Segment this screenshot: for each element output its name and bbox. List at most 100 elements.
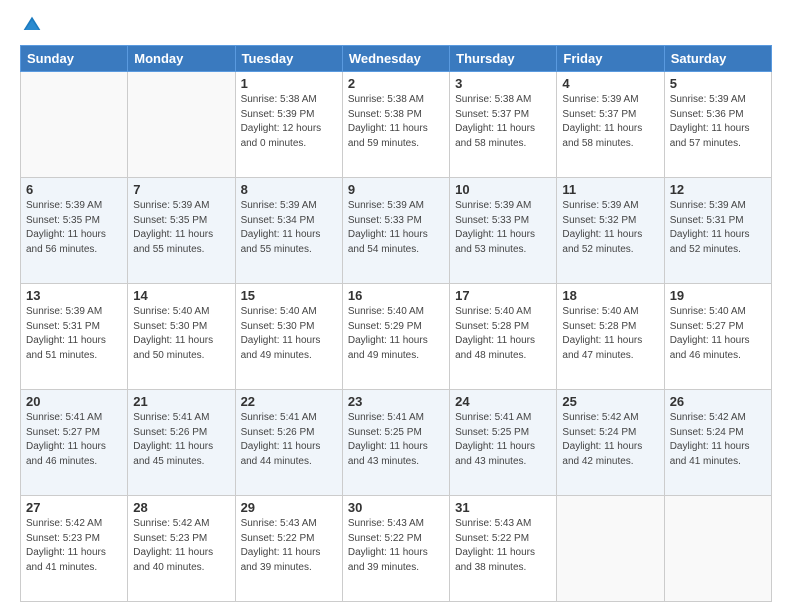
- day-number: 31: [455, 500, 551, 515]
- calendar-cell: 29 Sunrise: 5:43 AM Sunset: 5:22 PM Dayli…: [235, 496, 342, 602]
- calendar-cell: 1 Sunrise: 5:38 AM Sunset: 5:39 PM Daylig…: [235, 72, 342, 178]
- calendar-cell: 19 Sunrise: 5:40 AM Sunset: 5:27 PM Dayli…: [664, 284, 771, 390]
- day-info: Sunrise: 5:40 AM Sunset: 5:30 PM Dayligh…: [241, 305, 337, 363]
- calendar-cell: 21 Sunrise: 5:41 AM Sunset: 5:26 PM Dayli…: [128, 390, 235, 496]
- week-row-5: 27Sunrise: 5:42 AM Sunset: 5:23 PM Dayli…: [21, 496, 772, 602]
- calendar-cell: 17Sunrise: 5:40 AM Sunset: 5:28 PM Dayli…: [450, 284, 557, 390]
- day-number: 30: [348, 500, 444, 515]
- header-cell-tuesday: Tuesday: [235, 46, 342, 72]
- day-info: Sunrise: 5:40 AM Sunset: 5:30 PM Dayligh…: [133, 305, 229, 363]
- day-info: Sunrise: 5:38 AM Sunset: 5:38 PM Dayligh…: [348, 93, 444, 151]
- calendar-cell: 6 Sunrise: 5:39 AM Sunset: 5:35 PM Daylig…: [21, 178, 128, 284]
- calendar-cell: 22 Sunrise: 5:41 AM Sunset: 5:26 PM Dayli…: [235, 390, 342, 496]
- day-number: 19: [670, 288, 766, 303]
- calendar-cell: 20Sunrise: 5:41 AM Sunset: 5:27 PM Dayli…: [21, 390, 128, 496]
- day-number: 24: [455, 394, 551, 409]
- calendar-cell: [21, 72, 128, 178]
- calendar-cell: 10 Sunrise: 5:39 AM Sunset: 5:33 PM Dayli…: [450, 178, 557, 284]
- day-number: 12: [670, 182, 766, 197]
- calendar-cell: 14Sunrise: 5:40 AM Sunset: 5:30 PM Dayli…: [128, 284, 235, 390]
- day-info: Sunrise: 5:39 AM Sunset: 5:35 PM Dayligh…: [133, 199, 229, 257]
- day-info: Sunrise: 5:40 AM Sunset: 5:28 PM Dayligh…: [562, 305, 658, 363]
- day-info: Sunrise: 5:42 AM Sunset: 5:24 PM Dayligh…: [670, 411, 766, 469]
- day-number: 29: [241, 500, 337, 515]
- day-number: 28: [133, 500, 229, 515]
- day-info: Sunrise: 5:40 AM Sunset: 5:29 PM Dayligh…: [348, 305, 444, 363]
- calendar-cell: 28Sunrise: 5:42 AM Sunset: 5:23 PM Dayli…: [128, 496, 235, 602]
- calendar-cell: 8 Sunrise: 5:39 AM Sunset: 5:34 PM Daylig…: [235, 178, 342, 284]
- day-number: 22: [241, 394, 337, 409]
- calendar-cell: 15 Sunrise: 5:40 AM Sunset: 5:30 PM Dayli…: [235, 284, 342, 390]
- day-info: Sunrise: 5:38 AM Sunset: 5:37 PM Dayligh…: [455, 93, 551, 151]
- day-info: Sunrise: 5:41 AM Sunset: 5:26 PM Dayligh…: [241, 411, 337, 469]
- day-info: Sunrise: 5:41 AM Sunset: 5:25 PM Dayligh…: [348, 411, 444, 469]
- calendar-cell: [128, 72, 235, 178]
- day-number: 4: [562, 76, 658, 91]
- day-info: Sunrise: 5:39 AM Sunset: 5:33 PM Dayligh…: [348, 199, 444, 257]
- day-number: 23: [348, 394, 444, 409]
- day-number: 3: [455, 76, 551, 91]
- calendar-cell: 23 Sunrise: 5:41 AM Sunset: 5:25 PM Dayli…: [342, 390, 449, 496]
- day-info: Sunrise: 5:41 AM Sunset: 5:26 PM Dayligh…: [133, 411, 229, 469]
- day-number: 7: [133, 182, 229, 197]
- day-info: Sunrise: 5:40 AM Sunset: 5:27 PM Dayligh…: [670, 305, 766, 363]
- day-number: 16: [348, 288, 444, 303]
- header-cell-thursday: Thursday: [450, 46, 557, 72]
- logo: [20, 15, 42, 35]
- day-number: 6: [26, 182, 122, 197]
- calendar-header: SundayMondayTuesdayWednesdayThursdayFrid…: [21, 46, 772, 72]
- header-cell-monday: Monday: [128, 46, 235, 72]
- day-info: Sunrise: 5:39 AM Sunset: 5:35 PM Dayligh…: [26, 199, 122, 257]
- calendar-table: SundayMondayTuesdayWednesdayThursdayFrid…: [20, 45, 772, 602]
- day-number: 20: [26, 394, 122, 409]
- calendar-cell: [664, 496, 771, 602]
- day-number: 26: [670, 394, 766, 409]
- day-info: Sunrise: 5:39 AM Sunset: 5:31 PM Dayligh…: [670, 199, 766, 257]
- day-info: Sunrise: 5:40 AM Sunset: 5:28 PM Dayligh…: [455, 305, 551, 363]
- calendar-body: 1 Sunrise: 5:38 AM Sunset: 5:39 PM Daylig…: [21, 72, 772, 602]
- header: [20, 15, 772, 35]
- day-info: Sunrise: 5:38 AM Sunset: 5:39 PM Dayligh…: [241, 93, 337, 151]
- day-number: 1: [241, 76, 337, 91]
- calendar-cell: 30 Sunrise: 5:43 AM Sunset: 5:22 PM Dayli…: [342, 496, 449, 602]
- day-number: 9: [348, 182, 444, 197]
- calendar-cell: 13 Sunrise: 5:39 AM Sunset: 5:31 PM Dayli…: [21, 284, 128, 390]
- day-info: Sunrise: 5:39 AM Sunset: 5:34 PM Dayligh…: [241, 199, 337, 257]
- day-number: 27: [26, 500, 122, 515]
- day-number: 13: [26, 288, 122, 303]
- day-number: 8: [241, 182, 337, 197]
- calendar-cell: 2 Sunrise: 5:38 AM Sunset: 5:38 PM Daylig…: [342, 72, 449, 178]
- header-row: SundayMondayTuesdayWednesdayThursdayFrid…: [21, 46, 772, 72]
- day-info: Sunrise: 5:41 AM Sunset: 5:25 PM Dayligh…: [455, 411, 551, 469]
- day-number: 25: [562, 394, 658, 409]
- calendar-cell: 18 Sunrise: 5:40 AM Sunset: 5:28 PM Dayli…: [557, 284, 664, 390]
- week-row-4: 20Sunrise: 5:41 AM Sunset: 5:27 PM Dayli…: [21, 390, 772, 496]
- day-number: 10: [455, 182, 551, 197]
- header-cell-wednesday: Wednesday: [342, 46, 449, 72]
- header-cell-sunday: Sunday: [21, 46, 128, 72]
- calendar-cell: 9 Sunrise: 5:39 AM Sunset: 5:33 PM Daylig…: [342, 178, 449, 284]
- day-number: 11: [562, 182, 658, 197]
- day-number: 2: [348, 76, 444, 91]
- week-row-3: 13 Sunrise: 5:39 AM Sunset: 5:31 PM Dayli…: [21, 284, 772, 390]
- calendar-cell: 12 Sunrise: 5:39 AM Sunset: 5:31 PM Dayli…: [664, 178, 771, 284]
- day-info: Sunrise: 5:39 AM Sunset: 5:37 PM Dayligh…: [562, 93, 658, 151]
- calendar-cell: 7 Sunrise: 5:39 AM Sunset: 5:35 PM Daylig…: [128, 178, 235, 284]
- day-info: Sunrise: 5:39 AM Sunset: 5:31 PM Dayligh…: [26, 305, 122, 363]
- day-info: Sunrise: 5:39 AM Sunset: 5:33 PM Dayligh…: [455, 199, 551, 257]
- calendar-cell: 26 Sunrise: 5:42 AM Sunset: 5:24 PM Dayli…: [664, 390, 771, 496]
- calendar-cell: 25Sunrise: 5:42 AM Sunset: 5:24 PM Dayli…: [557, 390, 664, 496]
- day-info: Sunrise: 5:39 AM Sunset: 5:32 PM Dayligh…: [562, 199, 658, 257]
- day-info: Sunrise: 5:43 AM Sunset: 5:22 PM Dayligh…: [348, 517, 444, 575]
- day-info: Sunrise: 5:43 AM Sunset: 5:22 PM Dayligh…: [241, 517, 337, 575]
- header-cell-saturday: Saturday: [664, 46, 771, 72]
- week-row-2: 6 Sunrise: 5:39 AM Sunset: 5:35 PM Daylig…: [21, 178, 772, 284]
- header-cell-friday: Friday: [557, 46, 664, 72]
- day-number: 15: [241, 288, 337, 303]
- day-number: 5: [670, 76, 766, 91]
- day-number: 21: [133, 394, 229, 409]
- day-info: Sunrise: 5:43 AM Sunset: 5:22 PM Dayligh…: [455, 517, 551, 575]
- day-number: 18: [562, 288, 658, 303]
- calendar-cell: 24 Sunrise: 5:41 AM Sunset: 5:25 PM Dayli…: [450, 390, 557, 496]
- calendar-cell: 4 Sunrise: 5:39 AM Sunset: 5:37 PM Daylig…: [557, 72, 664, 178]
